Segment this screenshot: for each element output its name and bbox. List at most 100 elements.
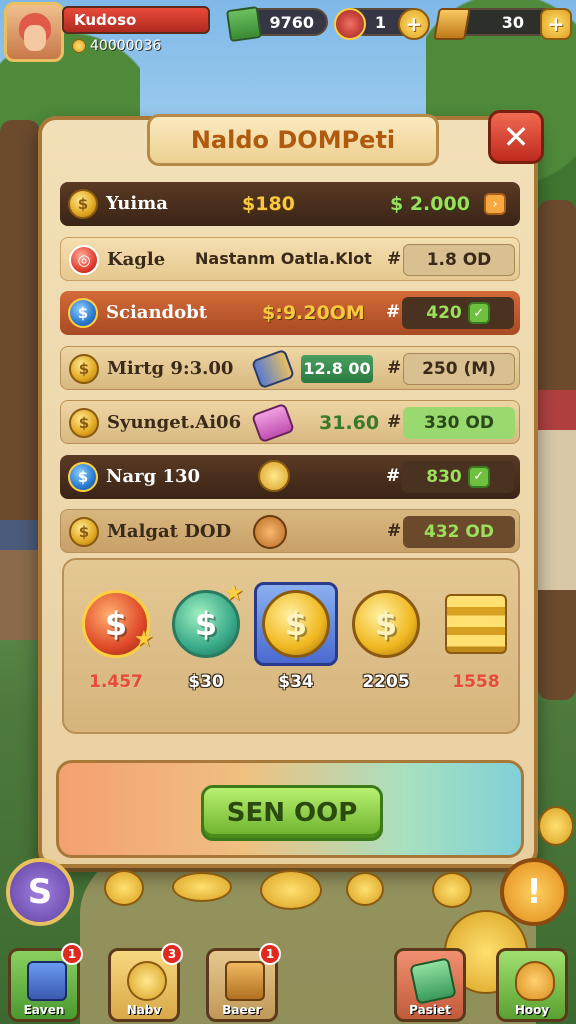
row-label: Syunget.Ai06 — [107, 412, 242, 433]
price-box[interactable]: 250 (M) — [403, 352, 515, 385]
gem-counter: 1 + — [334, 8, 430, 40]
house-right — [536, 390, 576, 590]
check-icon: ✓ — [467, 302, 490, 324]
row-label: Yuima — [106, 193, 168, 214]
shop-item[interactable]: $ ★ $30 — [166, 583, 246, 692]
row-amount: 31.60 — [319, 412, 380, 434]
add-gold-button[interactable]: + — [540, 8, 572, 40]
box-icon — [27, 961, 67, 1001]
player-name: Kudoso — [62, 6, 210, 34]
blue-coin-icon: $ — [68, 298, 98, 328]
row-price: 830 — [426, 466, 462, 487]
shop-price: $30 — [188, 672, 224, 692]
list-item[interactable]: $ Sciandobt $:9.20OM # 420 ✓ — [60, 291, 520, 335]
coin-icon — [72, 39, 86, 53]
price-box[interactable]: 420 ✓ — [402, 297, 514, 329]
shop-price: 2205 — [362, 672, 410, 692]
hash-label: # — [387, 521, 402, 541]
dock-label: Hooy — [514, 1003, 550, 1017]
chest-icon — [225, 961, 265, 1001]
player-score: 40000036 — [72, 38, 161, 54]
list-item[interactable]: $ Narg 130 # 830 ✓ — [60, 454, 520, 499]
add-gems-button[interactable]: + — [398, 8, 430, 40]
notification-badge: 3 — [161, 943, 183, 965]
shop-item[interactable]: 1558 — [436, 590, 516, 692]
star-icon: ★ — [134, 627, 154, 652]
row-label: Mirtg 9:3.00 — [107, 357, 234, 379]
gold-coin-icon: $ — [262, 590, 330, 658]
row-amount: $180 — [242, 193, 295, 215]
row-price: $ 2.000 — [390, 193, 470, 215]
list-item[interactable]: ◎ Kagle Nastanm Oatla.Klot # 1.8 OD — [60, 236, 520, 281]
hash-label: # — [387, 248, 402, 269]
ground-coin — [538, 806, 574, 846]
price-box[interactable]: 432 OD — [403, 516, 515, 548]
price-box[interactable]: 330 OD — [403, 407, 515, 439]
gem-value: 1 — [374, 12, 386, 32]
row-label: Kagle — [107, 248, 166, 270]
list-item[interactable]: $ Yuima $180 $ 2.000 › — [60, 182, 520, 226]
ground-coin — [260, 870, 322, 910]
row-price: 1.8 OD — [426, 249, 492, 270]
shop-item[interactable]: $ 2205 — [346, 590, 426, 692]
eraser-icon — [250, 402, 296, 444]
cash-icon — [225, 5, 263, 43]
top-hud: Kudoso 40000036 9760 1 + 30 + — [0, 0, 576, 70]
dock-item-hooy[interactable]: Hooy — [496, 948, 568, 1022]
confirm-button[interactable]: SEN OOP — [201, 785, 383, 841]
panel-title: Naldo DOMPeti — [147, 114, 439, 166]
arrow-icon[interactable]: › — [484, 193, 506, 215]
s-round-button[interactable]: S — [6, 858, 74, 926]
ground-coin — [172, 872, 232, 902]
hash-label: # — [387, 357, 402, 378]
shop-item[interactable]: $ ★ 1.457 — [76, 590, 156, 692]
list-item[interactable]: $ Mirtg 9:3.00 12.8 00 # 250 (M) — [60, 345, 520, 390]
selected-frame: $ — [254, 582, 338, 666]
gold-bar-icon — [433, 8, 471, 40]
money-bag-icon — [515, 961, 555, 1001]
shop-item-selected[interactable]: $ $34 — [254, 582, 338, 692]
row-amount: Nastanm Oatla.Klot — [195, 248, 372, 268]
notification-badge: 1 — [259, 943, 281, 965]
row-price: 432 OD — [424, 522, 494, 542]
hash-label: # — [386, 465, 401, 486]
dock-label: Pasiet — [409, 1003, 451, 1017]
dock-item-nabv[interactable]: 3 Nabv — [108, 943, 183, 1022]
close-button[interactable]: ✕ — [488, 110, 544, 164]
cash-value: 9760 — [269, 12, 314, 32]
star-icon: ★ — [224, 581, 244, 606]
list-item[interactable]: $ Malgat DOD # 432 OD — [60, 509, 520, 553]
gold-coin-icon: $ — [352, 590, 420, 658]
cash-icon — [409, 957, 457, 1005]
row-amount: 12.8 00 — [301, 354, 373, 383]
gem-icon — [334, 8, 366, 40]
ground-coin — [346, 872, 384, 906]
notification-badge: 1 — [61, 943, 83, 965]
player-avatar[interactable] — [4, 2, 64, 62]
price-box[interactable]: 830 ✓ — [402, 460, 514, 493]
dock-label: Baeer — [222, 1003, 262, 1017]
hash-label: # — [386, 302, 401, 322]
bottom-dock: 1 Eaven 3 Nabv 1 Baeer Pasiet Hooy — [0, 943, 576, 1024]
alert-round-button[interactable]: ! — [500, 858, 568, 926]
coin-icon: $ — [68, 189, 98, 219]
row-price: 330 OD — [424, 413, 494, 433]
price-box[interactable]: 1.8 OD — [403, 243, 515, 276]
dock-item-eaven[interactable]: 1 Eaven — [8, 943, 83, 1022]
list-item[interactable]: $ Syunget.Ai06 31.60 # 330 OD — [60, 400, 520, 444]
player-score-value: 40000036 — [90, 38, 162, 54]
dock-item-baeer[interactable]: 1 Baeer — [206, 943, 281, 1022]
dock-label: Nabv — [126, 1003, 162, 1017]
coin-icon: $ — [69, 408, 99, 438]
coin-icon: $ — [69, 353, 99, 384]
coin-icon: $ — [69, 517, 99, 547]
gold-counter: 30 + — [433, 8, 572, 40]
row-amount: $:9.20OM — [262, 302, 365, 324]
shop-price: $34 — [278, 672, 314, 692]
gold-value: 30 — [501, 12, 524, 32]
coin-shop: $ ★ 1.457 $ ★ $30 $ $34 $ 2205 1558 — [62, 558, 520, 734]
dock-item-pasiet[interactable]: Pasiet — [394, 948, 466, 1022]
red-chip-icon: ◎ — [69, 244, 99, 275]
blue-coin-icon: $ — [68, 461, 98, 492]
gold-bars-icon — [445, 594, 507, 654]
